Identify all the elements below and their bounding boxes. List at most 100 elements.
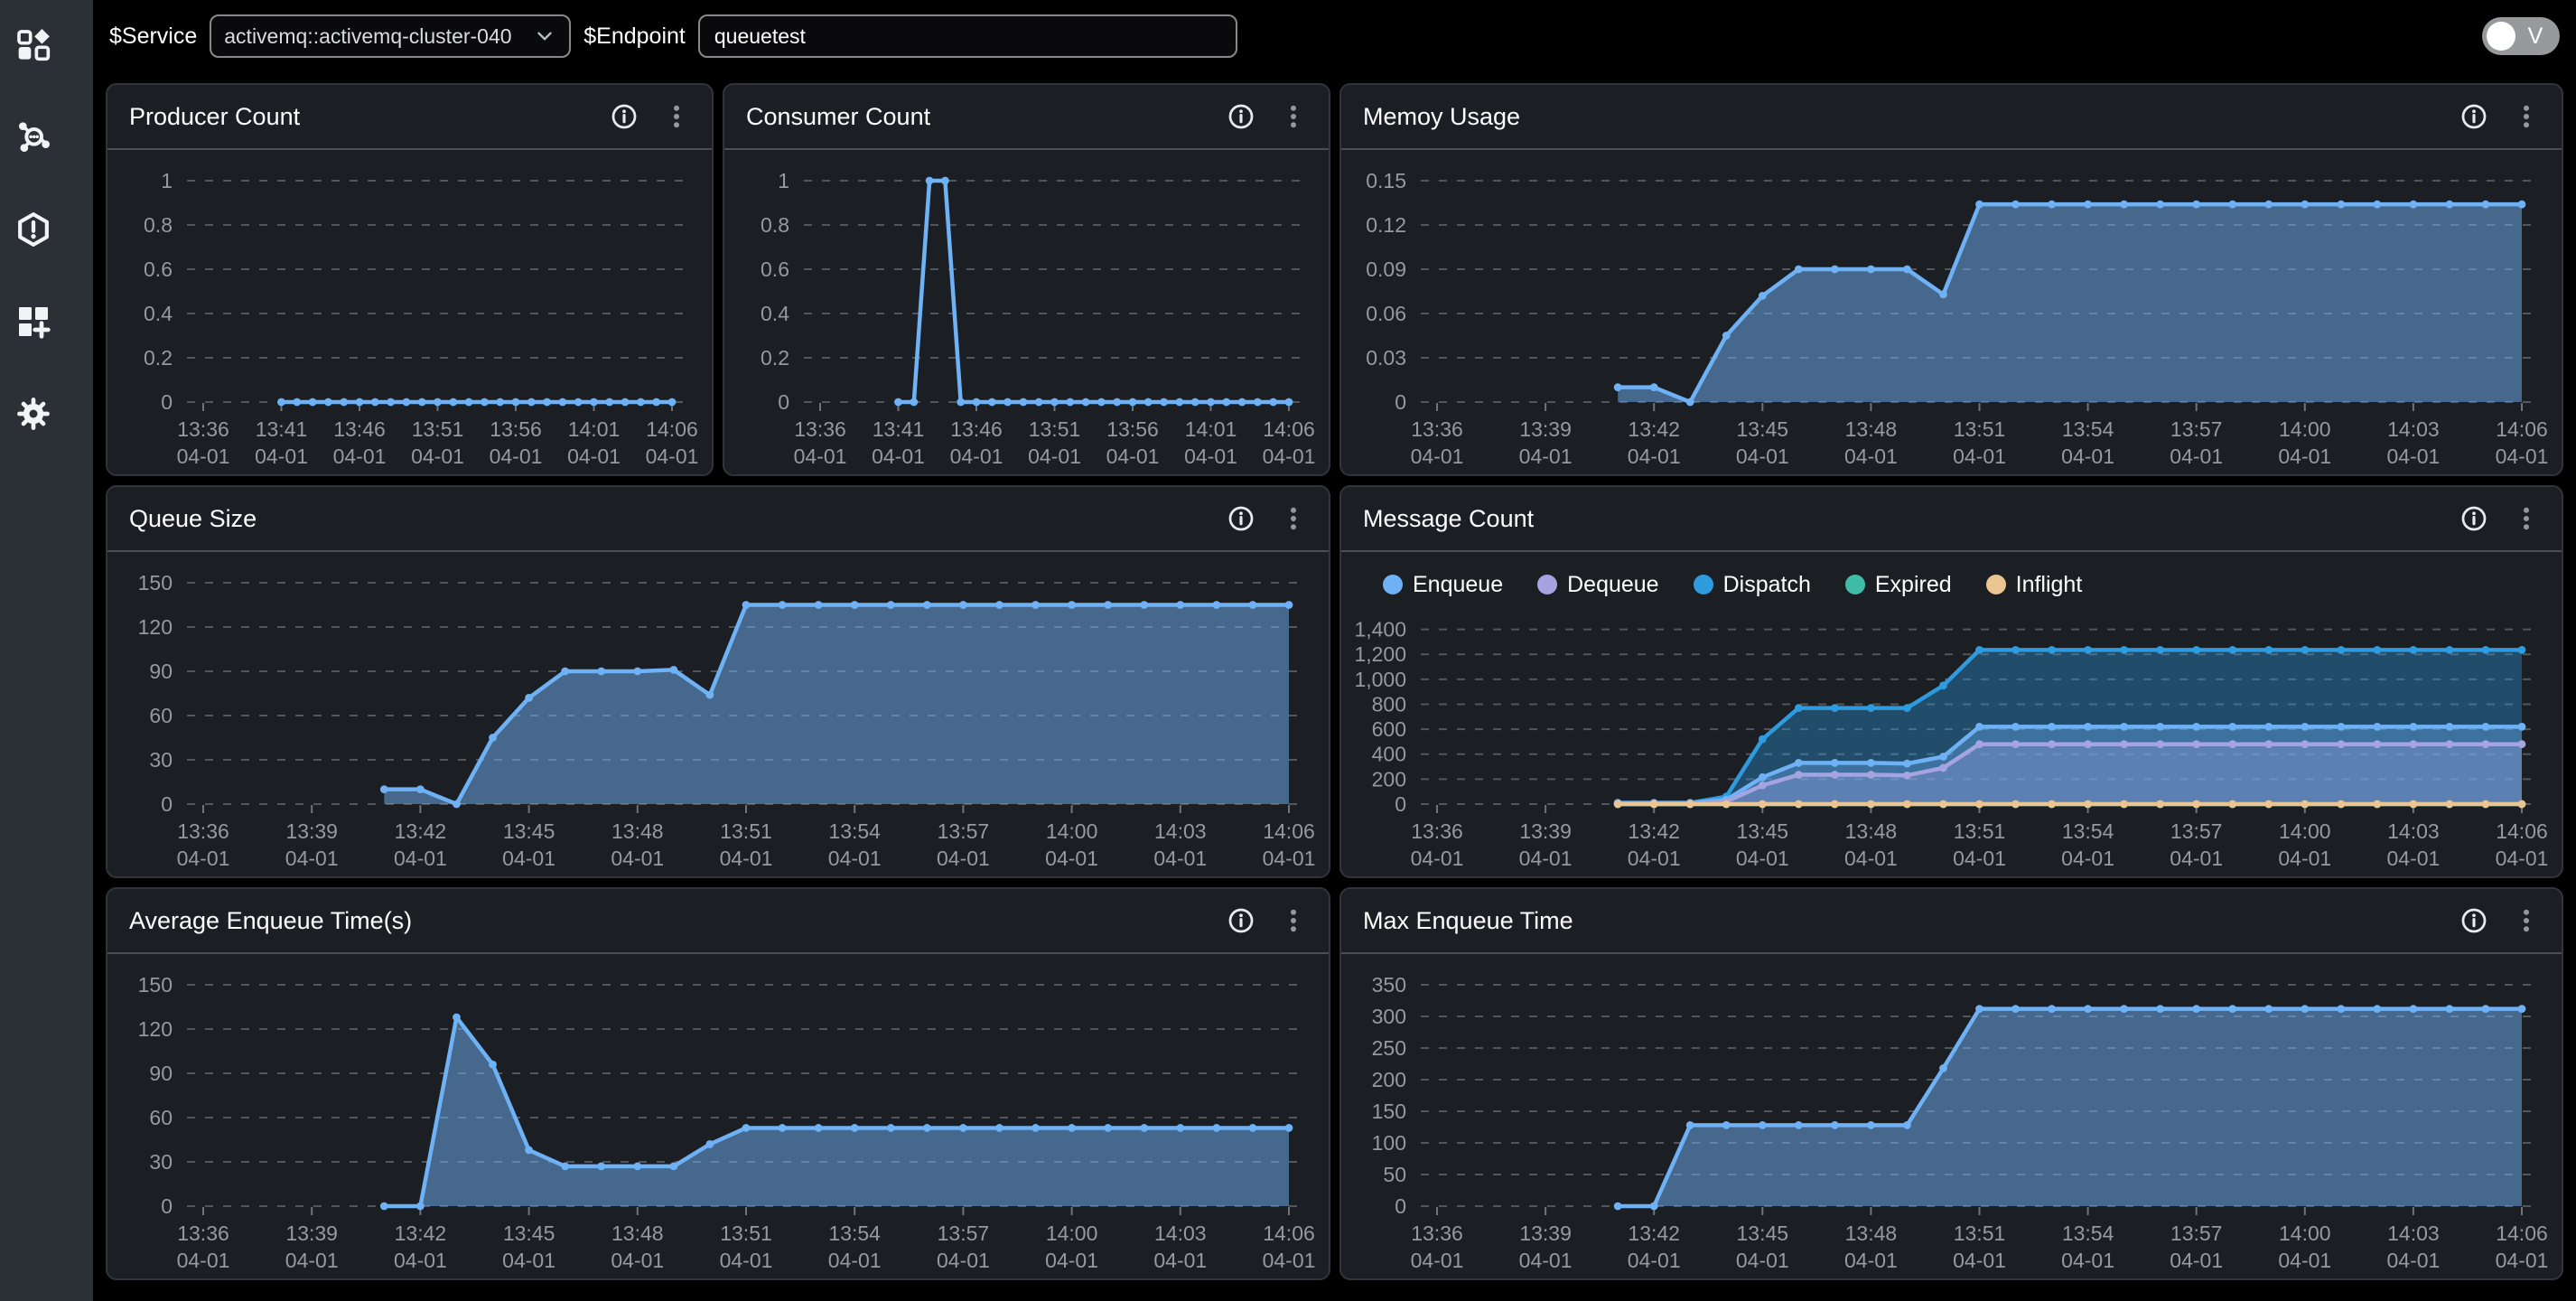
- legend-label: Expired: [1875, 572, 1952, 598]
- legend-item-dispatch[interactable]: Dispatch: [1694, 572, 1811, 598]
- svg-text:04-01: 04-01: [285, 847, 339, 870]
- svg-text:0.2: 0.2: [144, 346, 173, 370]
- topbar: $Service activemq::activemq-cluster-040 …: [93, 0, 2576, 72]
- svg-text:350: 350: [1372, 973, 1406, 997]
- svg-text:04-01: 04-01: [646, 445, 699, 468]
- app-root: $Service activemq::activemq-cluster-040 …: [0, 0, 2576, 1301]
- info-icon: [2460, 505, 2487, 532]
- panel-menu-button[interactable]: [663, 103, 690, 130]
- legend-item-enqueue[interactable]: Enqueue: [1383, 572, 1503, 598]
- svg-text:04-01: 04-01: [394, 1249, 447, 1272]
- svg-text:04-01: 04-01: [2496, 445, 2549, 468]
- svg-text:13:51: 13:51: [1954, 417, 2006, 441]
- svg-text:1,400: 1,400: [1354, 618, 1406, 641]
- svg-text:04-01: 04-01: [1953, 847, 2006, 870]
- chart-average-enqueue-time[interactable]: 030609012015013:3604-0113:3904-0113:4204…: [107, 954, 1329, 1278]
- svg-text:200: 200: [1372, 767, 1406, 791]
- svg-text:04-01: 04-01: [2170, 1249, 2223, 1272]
- svg-text:04-01: 04-01: [411, 445, 464, 468]
- svg-text:14:06: 14:06: [1263, 819, 1315, 843]
- svg-text:04-01: 04-01: [1153, 1249, 1207, 1272]
- endpoint-input[interactable]: [698, 14, 1237, 58]
- info-icon: [2460, 907, 2487, 934]
- svg-text:04-01: 04-01: [2061, 1249, 2114, 1272]
- legend-label: Dispatch: [1723, 572, 1811, 598]
- svg-text:13:57: 13:57: [2170, 1221, 2223, 1245]
- panel-producer-count: Producer Count00.20.40.60.8113:3604-0113…: [106, 83, 714, 476]
- panel-actions: [1227, 907, 1307, 934]
- svg-text:0.6: 0.6: [761, 257, 789, 281]
- panel-actions: [2460, 907, 2540, 934]
- panel-header: Consumer Count: [724, 85, 1329, 150]
- svg-text:13:48: 13:48: [611, 819, 664, 843]
- legend-item-expired[interactable]: Expired: [1845, 572, 1952, 598]
- sidebar-item-settings[interactable]: [15, 396, 51, 432]
- legend-item-inflight[interactable]: Inflight: [1986, 572, 2083, 598]
- svg-text:04-01: 04-01: [1263, 847, 1316, 870]
- svg-text:14:03: 14:03: [1154, 1221, 1207, 1245]
- panel-info-button[interactable]: [1227, 103, 1255, 130]
- y-axis: 00.20.40.60.81: [761, 169, 1302, 414]
- chart-consumer-count[interactable]: 00.20.40.60.8113:3604-0113:4104-0113:460…: [724, 150, 1329, 474]
- panel-menu-button[interactable]: [2513, 103, 2540, 130]
- panel-info-button[interactable]: [611, 103, 638, 130]
- svg-text:13:56: 13:56: [1106, 417, 1159, 441]
- svg-text:04-01: 04-01: [828, 1249, 882, 1272]
- sidebar-item-topology[interactable]: [15, 119, 51, 155]
- svg-text:30: 30: [149, 1150, 173, 1174]
- svg-text:1: 1: [778, 169, 789, 192]
- toggle-switch[interactable]: V: [2482, 17, 2560, 55]
- series-memory-usage: [1614, 201, 2526, 407]
- info-icon: [1227, 505, 1255, 532]
- service-select[interactable]: activemq::activemq-cluster-040: [210, 14, 571, 58]
- topology-icon: [15, 119, 51, 155]
- chart-max-enqueue-time[interactable]: 05010015020025030035013:3604-0113:3904-0…: [1341, 954, 2562, 1278]
- panel-menu-button[interactable]: [1280, 103, 1307, 130]
- svg-text:14:06: 14:06: [2496, 1221, 2548, 1245]
- chart-message-count[interactable]: 02004006008001,0001,2001,40013:3604-0113…: [1341, 603, 2562, 876]
- svg-text:04-01: 04-01: [2170, 847, 2223, 870]
- panel-title-message-count: Message Count: [1363, 505, 2460, 533]
- svg-text:04-01: 04-01: [177, 847, 230, 870]
- svg-text:04-01: 04-01: [2386, 445, 2440, 468]
- svg-text:04-01: 04-01: [611, 1249, 664, 1272]
- sidebar-item-dashboard[interactable]: [15, 27, 51, 63]
- svg-text:13:41: 13:41: [873, 417, 925, 441]
- panel-queue-size: Queue Size030609012015013:3604-0113:3904…: [106, 485, 1330, 878]
- sidebar-item-alerts[interactable]: [15, 211, 51, 248]
- panel-menu-button[interactable]: [1280, 505, 1307, 532]
- panel-menu-button[interactable]: [2513, 505, 2540, 532]
- svg-text:14:00: 14:00: [1046, 819, 1098, 843]
- panel-info-button[interactable]: [2460, 505, 2487, 532]
- legend-dot: [1383, 575, 1403, 594]
- panel-menu-button[interactable]: [2513, 907, 2540, 934]
- y-axis: 00.20.40.60.81: [144, 169, 685, 414]
- svg-text:13:54: 13:54: [828, 1221, 881, 1245]
- panel-body: 05010015020025030035013:3604-0113:3904-0…: [1341, 954, 2562, 1278]
- panel-info-button[interactable]: [2460, 907, 2487, 934]
- panel-info-button[interactable]: [2460, 103, 2487, 130]
- svg-text:13:51: 13:51: [1954, 1221, 2006, 1245]
- chart-memory-usage[interactable]: 00.030.060.090.120.1513:3604-0113:3904-0…: [1341, 150, 2562, 474]
- panel-menu-button[interactable]: [1280, 907, 1307, 934]
- panel-title-consumer-count: Consumer Count: [746, 103, 1227, 131]
- svg-text:04-01: 04-01: [1844, 847, 1898, 870]
- legend-item-dequeue[interactable]: Dequeue: [1537, 572, 1658, 598]
- chart-producer-count[interactable]: 00.20.40.60.8113:3604-0113:4104-0113:460…: [107, 150, 712, 474]
- svg-text:13:48: 13:48: [1845, 1221, 1898, 1245]
- panel-info-button[interactable]: [1227, 505, 1255, 532]
- svg-text:13:39: 13:39: [285, 1221, 338, 1245]
- panel-info-button[interactable]: [1227, 907, 1255, 934]
- svg-text:13:39: 13:39: [1519, 417, 1572, 441]
- kebab-icon: [1280, 505, 1307, 532]
- sidebar-item-add-panel[interactable]: [15, 304, 51, 340]
- chart-queue-size[interactable]: 030609012015013:3604-0113:3904-0113:4204…: [107, 552, 1329, 876]
- svg-text:04-01: 04-01: [1184, 445, 1237, 468]
- svg-text:13:51: 13:51: [720, 819, 772, 843]
- dashboard-icon: [15, 27, 51, 63]
- svg-text:14:06: 14:06: [2496, 819, 2548, 843]
- svg-text:13:57: 13:57: [2170, 819, 2223, 843]
- grid-plus-icon: [15, 304, 51, 340]
- service-select-value: activemq::activemq-cluster-040: [224, 24, 527, 49]
- panel-actions: [611, 103, 690, 130]
